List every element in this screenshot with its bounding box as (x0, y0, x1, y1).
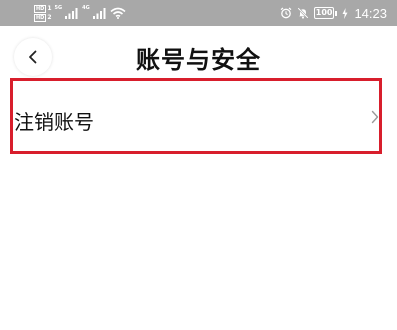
signal-icon (92, 8, 106, 19)
status-bar: HD 1 HD 2 5G 4G 100 14:23 (0, 0, 397, 26)
sim-slot-number: 2 (47, 13, 52, 21)
wifi-icon (110, 7, 126, 19)
status-bar-right: 100 14:23 (280, 2, 387, 24)
screen: HD 1 HD 2 5G 4G 100 14:23 账号与安全 注销账号 (0, 0, 397, 330)
sim-indicators: HD 1 HD 2 (34, 4, 52, 22)
battery-icon: 100 (313, 7, 338, 19)
charging-icon (342, 7, 348, 19)
battery-tip (335, 10, 338, 16)
status-bar-left: HD 1 HD 2 5G 4G (34, 2, 126, 24)
hd-badge: HD (34, 4, 47, 13)
alarm-icon (280, 7, 292, 19)
list-item-label: 注销账号 (14, 110, 94, 134)
clock: 14:23 (354, 5, 387, 21)
network-type-label: 4G (82, 5, 90, 11)
sim-slot-number: 1 (47, 4, 52, 12)
network-type-label: 5G (54, 5, 63, 11)
battery-level: 100 (313, 7, 335, 19)
sim2-indicator: HD 2 (34, 13, 52, 22)
sim1-indicator: HD 1 (34, 4, 52, 13)
signal-icon (65, 8, 78, 19)
chevron-right-icon (371, 110, 379, 124)
list-item-delete-account[interactable]: 注销账号 (0, 78, 397, 160)
hd-badge: HD (34, 13, 47, 22)
page-title: 账号与安全 (136, 46, 261, 74)
mute-icon (297, 7, 309, 19)
